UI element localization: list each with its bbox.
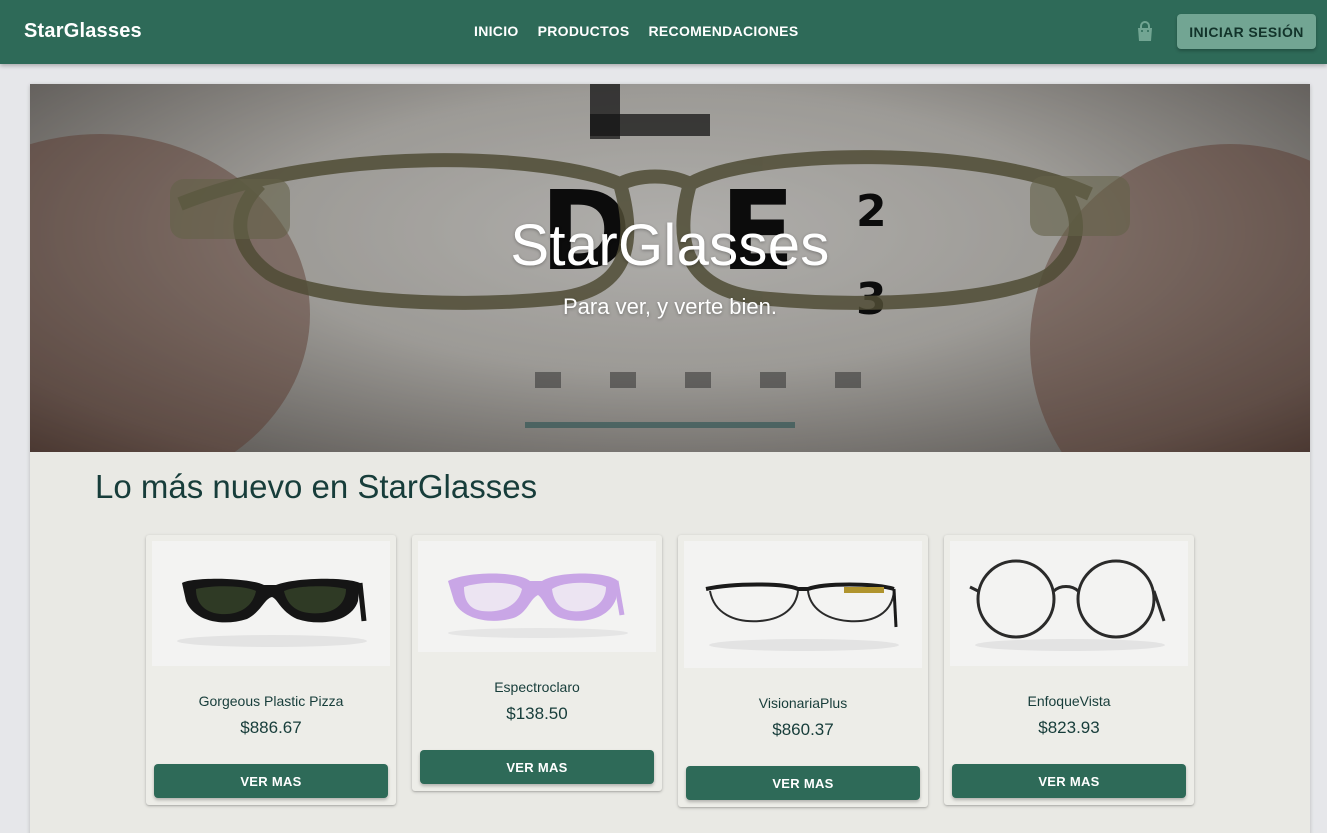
product-price: $886.67: [240, 718, 302, 737]
hero-subtitle: Para ver, y verte bien.: [563, 294, 777, 319]
main-nav: INICIO PRODUCTOS RECOMENDACIONES: [474, 23, 798, 39]
hero-title: StarGlasses: [510, 213, 830, 278]
section-title: Lo más nuevo en StarGlasses: [95, 468, 538, 505]
product-name[interactable]: EnfoqueVista: [944, 693, 1194, 709]
product-image[interactable]: [418, 541, 656, 652]
product-price: $138.50: [506, 704, 568, 723]
product-price: $860.37: [772, 720, 834, 739]
login-button[interactable]: INICIAR SESIÓN: [1177, 14, 1316, 49]
product-card: Gorgeous Plastic Pizza $886.67 VER MAS: [146, 535, 396, 805]
ver-mas-button[interactable]: VER MAS: [154, 764, 388, 798]
nav-inicio[interactable]: INICIO: [474, 23, 519, 39]
product-name[interactable]: Espectroclaro: [412, 679, 662, 695]
product-image[interactable]: [684, 541, 922, 668]
hero-banner: D E 2 3 StarGlasses Para ver, y verte bi…: [30, 84, 1310, 452]
shopping-bag-icon[interactable]: [1135, 21, 1155, 43]
nav-recomendaciones[interactable]: RECOMENDACIONES: [649, 23, 799, 39]
nav-productos[interactable]: PRODUCTOS: [538, 23, 630, 39]
product-price: $823.93: [1038, 718, 1100, 737]
product-name[interactable]: Gorgeous Plastic Pizza: [146, 693, 396, 709]
ver-mas-button[interactable]: VER MAS: [952, 764, 1186, 798]
ver-mas-button[interactable]: VER MAS: [420, 750, 654, 784]
ver-mas-button[interactable]: VER MAS: [686, 766, 920, 800]
product-image[interactable]: [950, 541, 1188, 666]
brand-logo[interactable]: StarGlasses: [24, 20, 142, 43]
product-card: Espectroclaro $138.50 VER MAS: [412, 535, 662, 791]
top-app-bar: StarGlasses INICIO PRODUCTOS RECOMENDACI…: [0, 0, 1327, 64]
product-card: EnfoqueVista $823.93 VER MAS: [944, 535, 1194, 805]
main-panel: D E 2 3 StarGlasses Para ver, y verte bi…: [30, 84, 1310, 833]
product-image[interactable]: [152, 541, 390, 666]
product-card: VisionariaPlus $860.37 VER MAS: [678, 535, 928, 807]
product-name[interactable]: VisionariaPlus: [678, 695, 928, 711]
